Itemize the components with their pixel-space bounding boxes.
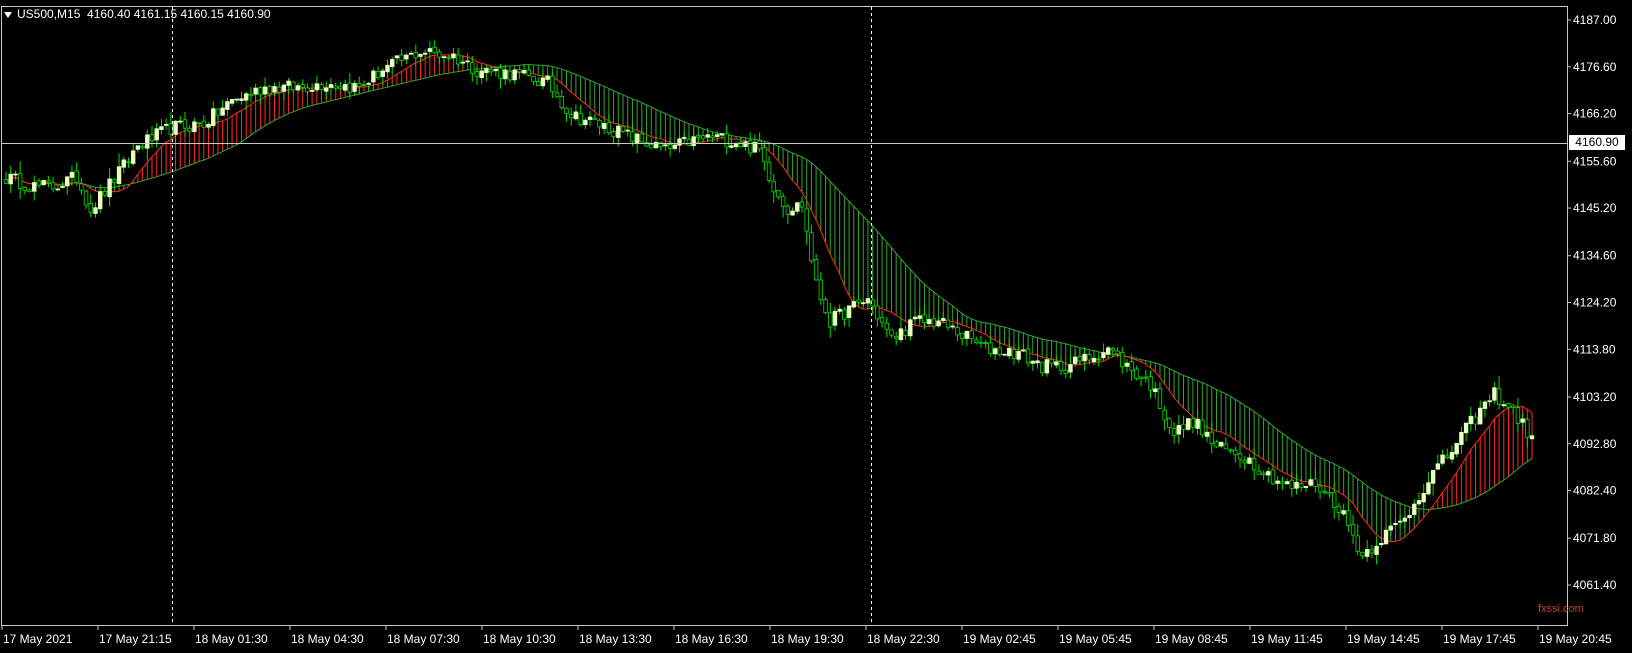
- price-tick-label: 4071.80: [1573, 531, 1617, 545]
- time-tick-label: 18 May 10:30: [483, 632, 556, 646]
- price-chart[interactable]: 4187.00 4176.60 4166.20 4155.60 4145.20 4134.…: [0, 0, 1632, 653]
- time-tick-label: 19 May 20:45: [1539, 632, 1612, 646]
- price-tick-label: 4092.80: [1573, 437, 1617, 451]
- price-tick-label: 4082.40: [1573, 484, 1617, 498]
- time-tick-label: 18 May 13:30: [579, 632, 652, 646]
- ohlc-values: 4160.40 4161.15 4160.15 4160.90: [87, 7, 271, 21]
- price-tick-label: 4113.80: [1573, 342, 1616, 356]
- price-tick-label: 4187.00: [1573, 13, 1617, 27]
- time-tick-label: 19 May 02:45: [963, 632, 1036, 646]
- time-tick-label: 19 May 14:45: [1347, 632, 1420, 646]
- price-tick-label: 4061.40: [1573, 578, 1617, 592]
- price-tick-label: 4124.20: [1573, 296, 1617, 310]
- candle: [1186, 418, 1191, 432]
- time-tick-label: 18 May 04:30: [291, 632, 364, 646]
- time-tick-label: 17 May 21:15: [99, 632, 172, 646]
- time-tick-label: 18 May 22:30: [867, 632, 940, 646]
- time-tick-label: 18 May 01:30: [195, 632, 268, 646]
- watermark-logo: fxssi.com: [1538, 603, 1584, 615]
- time-tick-label: 19 May 08:45: [1155, 632, 1228, 646]
- symbol-header[interactable]: US500,M15 4160.40 4161.15 4160.15 4160.9…: [4, 7, 271, 21]
- candle: [1200, 419, 1205, 438]
- dropdown-triangle-icon[interactable]: [4, 11, 12, 18]
- time-tick-label: 19 May 05:45: [1059, 632, 1132, 646]
- time-tick-label: 18 May 16:30: [675, 632, 748, 646]
- price-tick-label: 4103.20: [1573, 390, 1617, 404]
- price-tick-label: 4166.20: [1573, 107, 1617, 121]
- time-tick-label: 19 May 17:45: [1443, 632, 1516, 646]
- price-tick-label: 4134.60: [1573, 249, 1617, 263]
- time-tick-label: 17 May 2021: [3, 632, 73, 646]
- time-tick-label: 18 May 07:30: [387, 632, 460, 646]
- price-tick-label: 4155.60: [1573, 154, 1617, 168]
- symbol-name: US500,M15: [17, 7, 81, 21]
- time-tick-label: 19 May 11:45: [1251, 632, 1323, 646]
- time-tick-label: 18 May 19:30: [771, 632, 844, 646]
- price-tick-label: 4145.20: [1573, 201, 1617, 215]
- current-price-label: 4160.90: [1569, 135, 1625, 150]
- price-tick-label: 4176.60: [1573, 60, 1617, 74]
